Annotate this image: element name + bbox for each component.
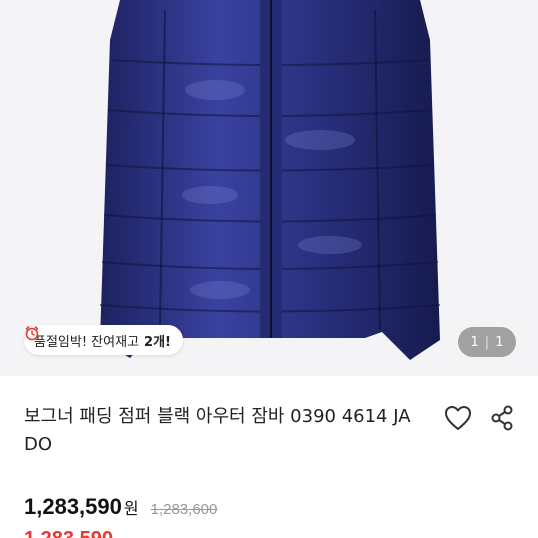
- low-stock-badge: 품절임박! 잔여재고 2개!: [24, 325, 183, 355]
- stock-notice-text: 품절임박! 잔여재고: [34, 334, 140, 350]
- product-title: 보그너 패딩 점퍼 블랙 아우터 잠바 0390 4614 JA DO: [24, 406, 411, 455]
- sale-price-partial: 1,283,590: [24, 528, 113, 538]
- currency-unit: 원: [123, 499, 139, 518]
- product-image: [99, 0, 441, 360]
- pager-separator: |: [484, 334, 490, 350]
- price-row: 1,283,590 원 1,283,600: [24, 494, 217, 520]
- stock-count: 2개!: [144, 334, 171, 350]
- current-price: 1,283,590: [24, 494, 122, 519]
- alarm-clock-icon: [25, 326, 39, 341]
- pager-current: 1: [470, 334, 479, 350]
- share-icon[interactable]: [488, 404, 516, 432]
- image-pager: 1 | 1: [458, 327, 516, 357]
- original-price: 1,283,600: [150, 501, 218, 518]
- product-image-carousel[interactable]: 품절임박! 잔여재고 2개! 1 | 1: [0, 0, 538, 376]
- pager-total: 1: [495, 334, 504, 350]
- heart-icon[interactable]: [444, 405, 472, 431]
